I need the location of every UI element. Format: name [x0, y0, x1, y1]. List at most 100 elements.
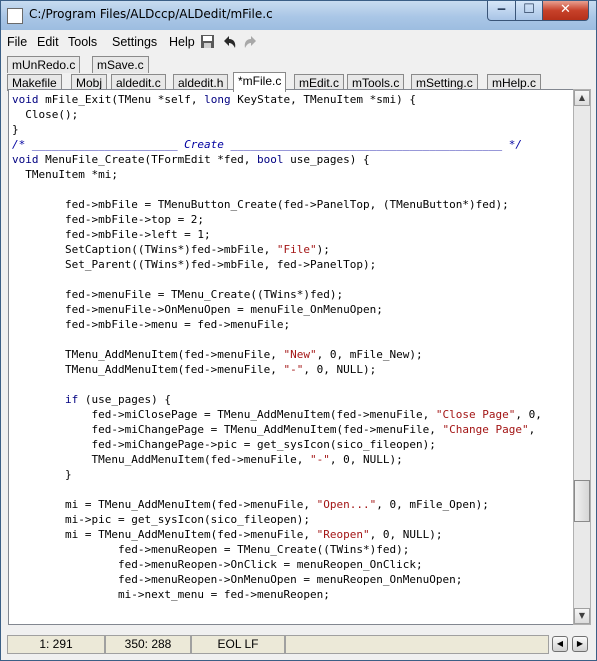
code-line: fed->miChangePage->pic = get_sysIcon(sic…: [12, 437, 435, 452]
code-line: fed->miClosePage = TMenu_AddMenuItem(fed…: [12, 407, 542, 422]
code-line: fed->menuReopen->OnMenuOpen = menuReopen…: [12, 572, 462, 587]
code-text: fed->mbFile->menu = fed->menuFile;: [12, 318, 291, 331]
editor-window: C:/Program Files/ALDccp/ALDedit/mFile.c …: [0, 0, 597, 661]
code-text: fed->miChangePage = TMenu_AddMenuItem(fe…: [12, 423, 443, 436]
code-string: "-": [310, 453, 330, 466]
redo-icon[interactable]: [243, 34, 259, 50]
code-line: fed->mbFile->top = 2;: [12, 212, 204, 227]
scroll-up-icon[interactable]: ▲: [574, 90, 590, 106]
tab-msave[interactable]: mSave.c: [92, 56, 149, 73]
scroll-left-icon[interactable]: ◀: [552, 636, 568, 652]
status-bar: 1: 291 350: 288 EOL LF ◀ ▶: [7, 635, 591, 654]
code-line: Set_Parent((TWins*)fed->mbFile, fed->Pan…: [12, 257, 376, 272]
menu-file[interactable]: File: [7, 35, 27, 49]
vertical-scrollbar[interactable]: ▲ ▼: [573, 89, 591, 625]
code-text: fed->menuReopen->OnClick = menuReopen_On…: [12, 558, 423, 571]
code-line: fed->menuReopen->OnClick = menuReopen_On…: [12, 557, 423, 572]
code-text: fed->menuFile = TMenu_Create((TWins*)fed…: [12, 288, 344, 301]
code-text: fed->miClosePage = TMenu_AddMenuItem(fed…: [12, 408, 436, 421]
app-icon: [7, 8, 23, 24]
code-line: TMenu_AddMenuItem(fed->menuFile, "New", …: [12, 347, 423, 362]
code-text: fed->mbFile->left = 1;: [12, 228, 211, 241]
code-line: fed->menuReopen = TMenu_Create((TWins*)f…: [12, 542, 409, 557]
code-line: }: [12, 122, 19, 137]
code-comment: /* ______________________ Create _______…: [12, 138, 522, 151]
code-text: MenuFile_Create(TFormEdit *fed,: [45, 153, 258, 166]
window-title: C:/Program Files/ALDccp/ALDedit/mFile.c: [29, 7, 273, 21]
code-line: void mFile_Exit(TMenu *self, long KeySta…: [12, 92, 416, 107]
tab-munredo[interactable]: mUnRedo.c: [7, 56, 81, 73]
code-text: SetCaption((TWins*)fed->mbFile,: [12, 243, 277, 256]
code-text: fed->menuFile->OnMenuOpen = menuFile_OnM…: [12, 303, 383, 316]
code-text: , 0, mFile_New);: [316, 348, 423, 361]
code-line: fed->menuFile = TMenu_Create((TWins*)fed…: [12, 287, 343, 302]
code-text: }: [12, 123, 19, 136]
code-text: }: [12, 468, 72, 481]
code-keyword: long: [204, 93, 238, 106]
code-text: Set_Parent((TWins*)fed->mbFile, fed->Pan…: [12, 258, 377, 271]
code-string: "New": [283, 348, 317, 361]
code-text: TMenu_AddMenuItem(fed->menuFile,: [12, 348, 284, 361]
code-line: SetCaption((TWins*)fed->mbFile, "File");: [12, 242, 330, 257]
tab-mfile[interactable]: *mFile.c: [233, 72, 287, 92]
code-text: fed->menuReopen = TMenu_Create((TWins*)f…: [12, 543, 410, 556]
code-text: mi->pic = get_sysIcon(sico_fileopen);: [12, 513, 311, 526]
code-editor[interactable]: void mFile_Exit(TMenu *self, long KeySta…: [8, 89, 574, 625]
code-line: mi = TMenu_AddMenuItem(fed->menuFile, "R…: [12, 527, 443, 542]
code-line: void MenuFile_Create(TFormEdit *fed, boo…: [12, 152, 370, 167]
code-line: mi->pic = get_sysIcon(sico_fileopen);: [12, 512, 310, 527]
code-text: (use_pages) {: [84, 393, 171, 406]
code-string: "Reopen": [316, 528, 370, 541]
menu-settings[interactable]: Settings: [112, 35, 157, 49]
code-text: , 0, NULL);: [303, 363, 377, 376]
code-text: mFile_Exit(TMenu *self,: [45, 93, 205, 106]
code-text: , 0, NULL);: [329, 453, 403, 466]
code-text: , 0,: [515, 408, 542, 421]
menu-help[interactable]: Help: [169, 35, 195, 49]
code-text: , 0, mFile_Open);: [376, 498, 489, 511]
code-text: , 0, NULL);: [369, 528, 443, 541]
status-eol: EOL LF: [191, 635, 285, 654]
undo-icon[interactable]: [221, 34, 237, 50]
close-button[interactable]: ✕: [542, 1, 589, 21]
code-text: fed->menuReopen->OnMenuOpen = menuReopen…: [12, 573, 463, 586]
code-text: Close();: [12, 108, 79, 121]
code-string: "Close Page": [435, 408, 516, 421]
scroll-down-icon[interactable]: ▼: [574, 608, 590, 624]
code-line: if (use_pages) {: [12, 392, 171, 407]
code-text: mi = TMenu_AddMenuItem(fed->menuFile,: [12, 498, 317, 511]
minimize-button[interactable]: ‒: [487, 1, 516, 21]
code-string: "Change Page": [442, 423, 529, 436]
code-keyword: void: [12, 93, 46, 106]
code-text: mi->next_menu = fed->menuReopen;: [12, 588, 330, 601]
scroll-right-icon[interactable]: ▶: [572, 636, 588, 652]
code-line: fed->mbFile->left = 1;: [12, 227, 211, 242]
scroll-thumb[interactable]: [574, 480, 590, 522]
status-empty: [285, 635, 549, 654]
code-line: Close();: [12, 107, 78, 122]
code-text: use_pages) {: [290, 153, 370, 166]
menu-bar: File Edit Tools Settings Help: [7, 31, 590, 53]
code-line: fed->menuFile->OnMenuOpen = menuFile_OnM…: [12, 302, 383, 317]
code-string: "File": [276, 243, 317, 256]
code-text: ,: [528, 423, 536, 436]
status-position: 350: 288: [105, 635, 191, 654]
code-keyword: bool: [257, 153, 291, 166]
save-icon[interactable]: [199, 34, 215, 50]
code-text: KeyState, TMenuItem *smi) {: [237, 93, 417, 106]
code-keyword: void: [12, 153, 46, 166]
code-line: TMenu_AddMenuItem(fed->menuFile, "-", 0,…: [12, 362, 376, 377]
code-line: fed->mbFile->menu = fed->menuFile;: [12, 317, 290, 332]
code-line: fed->mbFile = TMenuButton_Create(fed->Pa…: [12, 197, 509, 212]
maximize-button[interactable]: ☐: [515, 1, 543, 21]
menu-edit[interactable]: Edit: [37, 35, 59, 49]
status-line: 1: 291: [7, 635, 105, 654]
code-string: "-": [283, 363, 304, 376]
menu-tools[interactable]: Tools: [68, 35, 97, 49]
title-bar[interactable]: C:/Program Files/ALDccp/ALDedit/mFile.c …: [1, 1, 596, 30]
code-text: TMenuItem *mi;: [12, 168, 118, 181]
code-text: mi = TMenu_AddMenuItem(fed->menuFile,: [12, 528, 317, 541]
code-text: TMenu_AddMenuItem(fed->menuFile,: [12, 363, 284, 376]
code-line: mi->next_menu = fed->menuReopen;: [12, 587, 330, 602]
